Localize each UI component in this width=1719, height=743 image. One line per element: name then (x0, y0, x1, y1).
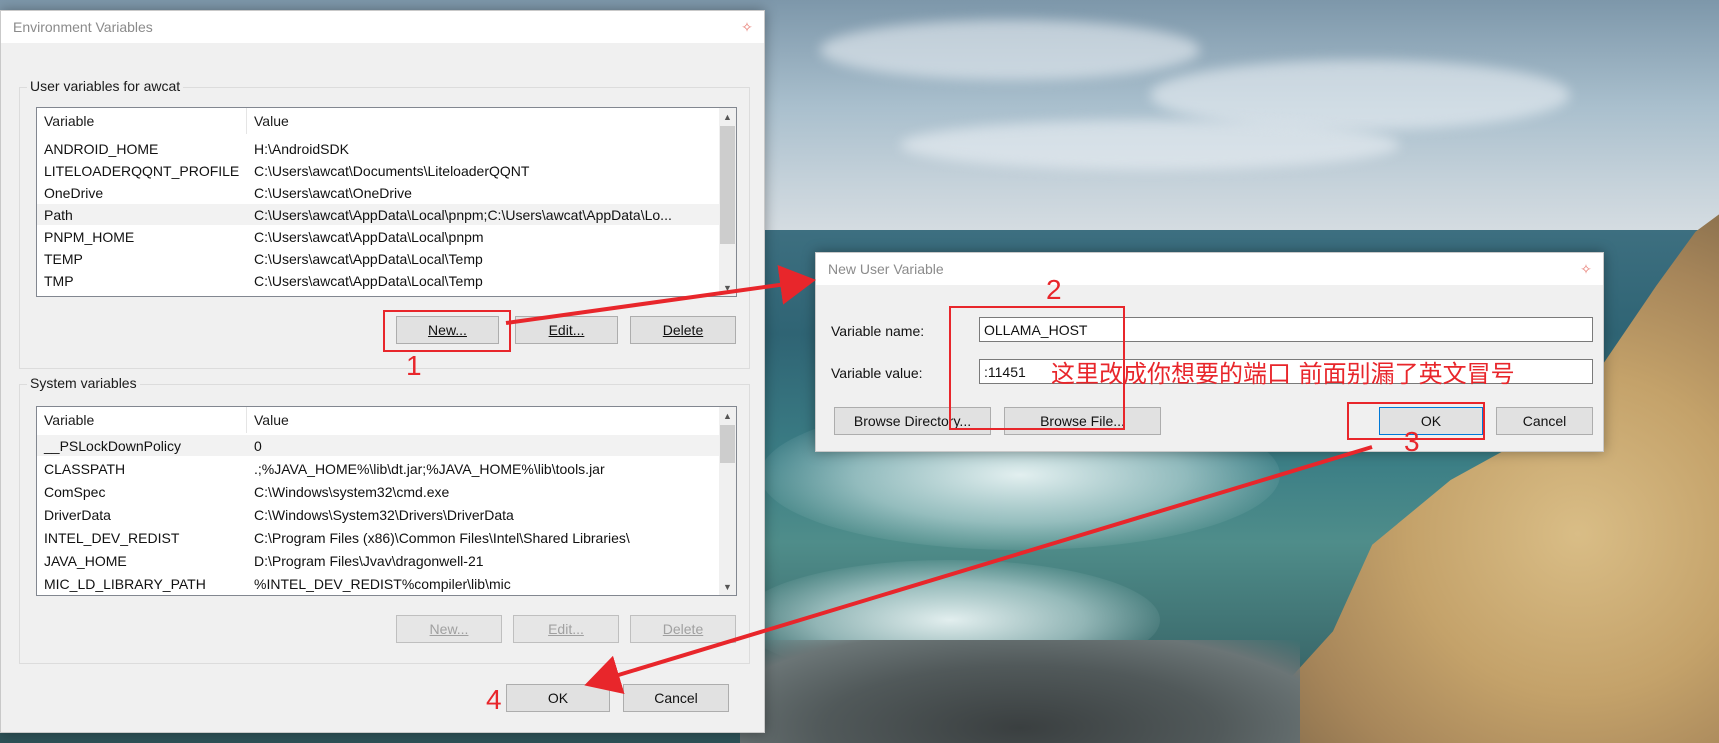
env-ok-button[interactable]: OK (506, 684, 610, 712)
variable-name: LITELOADERQQNT_PROFILE (44, 162, 240, 179)
wallpaper-cloud (900, 120, 1400, 170)
environment-variables-dialog: Environment Variables ✧ User variables f… (0, 10, 765, 733)
column-header-value[interactable]: Value (247, 108, 289, 134)
new-user-variable-dialog: New User Variable ✧ Variable name: OLLAM… (815, 252, 1604, 452)
annotation-step4: 4 (486, 684, 502, 715)
variable-value: .;%JAVA_HOME%\lib\dt.jar;%JAVA_HOME%\lib… (254, 460, 605, 477)
vertical-scrollbar[interactable]: ▲ ▼ (719, 108, 736, 296)
dialog-titlebar[interactable]: Environment Variables ✧ (1, 11, 764, 43)
scroll-up-icon[interactable]: ▲ (719, 407, 736, 424)
system-new-button[interactable]: New... (396, 615, 502, 643)
table-row[interactable]: JAVA_HOME D:\Program Files\Jvav\dragonwe… (37, 550, 719, 571)
variable-name: MIC_LD_LIBRARY_PATH (44, 575, 206, 592)
variable-name: JAVA_HOME (44, 552, 127, 569)
wallpaper-cloud (820, 20, 1200, 80)
annotation-step2: 2 (1046, 274, 1062, 305)
variable-value: 0 (254, 437, 262, 454)
user-delete-button[interactable]: Delete (630, 316, 736, 344)
variable-value: %INTEL_DEV_REDIST%compiler\lib\mic (254, 575, 511, 592)
user-edit-button[interactable]: Edit... (515, 316, 618, 344)
variable-value: C:\Users\awcat\OneDrive (254, 184, 412, 201)
variable-name: DriverData (44, 506, 111, 523)
scrollbar-thumb[interactable] (720, 425, 735, 463)
dialog-title: New User Variable (828, 261, 944, 277)
table-row[interactable]: INTEL_DEV_REDIST C:\Program Files (x86)\… (37, 527, 719, 548)
table-row[interactable]: ComSpec C:\Windows\system32\cmd.exe (37, 481, 719, 502)
variable-name: Path (44, 206, 73, 223)
variable-value: C:\Users\awcat\AppData\Local\pnpm (254, 228, 484, 245)
table-row[interactable]: LITELOADERQQNT_PROFILE C:\Users\awcat\Do… (37, 160, 719, 181)
system-delete-button[interactable]: Delete (630, 615, 736, 643)
variable-name: CLASSPATH (44, 460, 126, 477)
annotation-note: 这里改成你想要的端口 前面别漏了英文冒号 (1051, 360, 1515, 388)
table-row[interactable]: OneDrive C:\Users\awcat\OneDrive (37, 182, 719, 203)
variable-name-label: Variable name: (831, 323, 925, 339)
variable-value: C:\Users\awcat\Documents\LiteloaderQQNT (254, 162, 530, 179)
dialog-titlebar[interactable]: New User Variable ✧ (816, 253, 1603, 285)
table-row[interactable]: TEMP C:\Users\awcat\AppData\Local\Temp (37, 248, 719, 269)
variable-value: H:\AndroidSDK (254, 140, 349, 157)
scroll-down-icon[interactable]: ▼ (719, 279, 736, 296)
scroll-up-icon[interactable]: ▲ (719, 108, 736, 125)
variable-value-label: Variable value: (831, 365, 923, 381)
table-row[interactable]: MIC_LD_LIBRARY_PATH %INTEL_DEV_REDIST%co… (37, 573, 719, 594)
user-variables-label: User variables for awcat (27, 78, 184, 94)
table-row[interactable]: PNPM_HOME C:\Users\awcat\AppData\Local\p… (37, 226, 719, 247)
variable-name: PNPM_HOME (44, 228, 135, 245)
annotation-box-step1 (383, 310, 511, 352)
column-header-variable[interactable]: Variable (37, 108, 247, 134)
scroll-down-icon[interactable]: ▼ (719, 578, 736, 595)
table-row[interactable]: ANDROID_HOME H:\AndroidSDK (37, 138, 719, 159)
pin-icon[interactable]: ✧ (1579, 262, 1593, 276)
list-header: Variable Value (37, 407, 719, 433)
table-row-selected[interactable]: __PSLockDownPolicy 0 (37, 435, 719, 456)
system-variables-label: System variables (27, 375, 140, 391)
dialog-title: Environment Variables (13, 19, 153, 35)
pin-icon[interactable]: ✧ (740, 20, 754, 34)
wallpaper-rock (740, 640, 1300, 743)
annotation-step1: 1 (406, 350, 422, 381)
wallpaper-cloud (1150, 60, 1570, 130)
variable-name: __PSLockDownPolicy (44, 437, 181, 454)
variable-value: D:\Program Files\Jvav\dragonwell-21 (254, 552, 484, 569)
variable-value: C:\Users\awcat\AppData\Local\pnpm;C:\Use… (254, 206, 672, 223)
variable-value: C:\Users\awcat\AppData\Local\Temp (254, 272, 483, 289)
column-header-variable[interactable]: Variable (37, 407, 247, 433)
column-header-value[interactable]: Value (247, 407, 289, 433)
variable-value: C:\Program Files (x86)\Common Files\Inte… (254, 529, 630, 546)
table-row-selected[interactable]: Path C:\Users\awcat\AppData\Local\pnpm;C… (37, 204, 719, 225)
vertical-scrollbar[interactable]: ▲ ▼ (719, 407, 736, 595)
annotation-step3: 3 (1404, 426, 1420, 457)
variable-value: C:\Windows\System32\Drivers\DriverData (254, 506, 514, 523)
table-row[interactable]: TMP C:\Users\awcat\AppData\Local\Temp (37, 270, 719, 291)
variable-value: C:\Users\awcat\AppData\Local\Temp (254, 250, 483, 267)
variable-value: C:\Windows\system32\cmd.exe (254, 483, 450, 500)
variable-name: OneDrive (44, 184, 104, 201)
variable-name: ComSpec (44, 483, 106, 500)
list-header: Variable Value (37, 108, 719, 134)
table-row[interactable]: CLASSPATH .;%JAVA_HOME%\lib\dt.jar;%JAVA… (37, 458, 719, 479)
scrollbar-thumb[interactable] (720, 126, 735, 244)
variable-name: INTEL_DEV_REDIST (44, 529, 180, 546)
user-variables-list[interactable]: Variable Value ANDROID_HOME H:\AndroidSD… (36, 107, 737, 297)
system-edit-button[interactable]: Edit... (513, 615, 619, 643)
env-cancel-button[interactable]: Cancel (623, 684, 729, 712)
variable-name: ANDROID_HOME (44, 140, 159, 157)
system-variables-list[interactable]: Variable Value __PSLockDownPolicy 0 CLAS… (36, 406, 737, 596)
variable-name: TEMP (44, 250, 83, 267)
table-row[interactable]: DriverData C:\Windows\System32\Drivers\D… (37, 504, 719, 525)
new-var-cancel-button[interactable]: Cancel (1496, 407, 1593, 435)
variable-name: TMP (44, 272, 74, 289)
